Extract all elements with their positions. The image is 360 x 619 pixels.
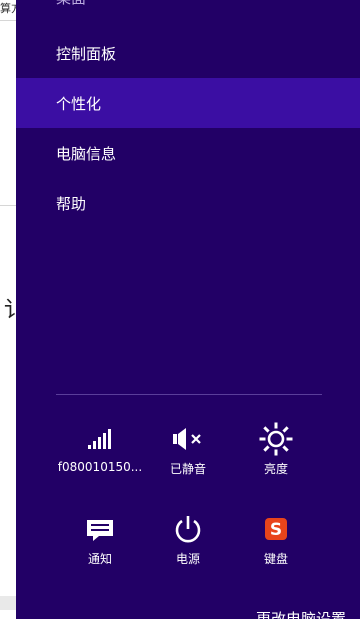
menu-item-label: 桌面 <box>56 0 86 8</box>
brightness-tile[interactable]: 亮度 <box>232 422 320 482</box>
notifications-icon <box>56 512 144 546</box>
network-tile[interactable]: f080010150... <box>56 422 144 482</box>
wifi-signal-icon <box>56 422 144 456</box>
power-icon <box>144 512 232 546</box>
background-divider <box>0 20 16 21</box>
background-window-text: 算方 <box>0 2 16 15</box>
menu-item-pc-info[interactable]: 电脑信息 <box>16 128 360 178</box>
notifications-tile[interactable]: 通知 <box>56 512 144 572</box>
background-window: 算方 讠 <box>0 0 26 619</box>
keyboard-tile[interactable]: S 键盘 <box>232 512 320 572</box>
menu-item-label: 帮助 <box>56 194 87 213</box>
menu-item-label: 个性化 <box>56 94 102 113</box>
volume-tile[interactable]: 已静音 <box>144 422 232 482</box>
brightness-icon <box>232 422 320 456</box>
background-window-footer <box>0 596 16 610</box>
sogou-input-icon: S <box>232 512 320 546</box>
settings-charm-pane: 桌面 控制面板 个性化 电脑信息 帮助 f <box>16 0 360 619</box>
svg-text:S: S <box>270 520 282 540</box>
power-tile[interactable]: 电源 <box>144 512 232 572</box>
menu-item-personalization[interactable]: 个性化 <box>16 78 360 128</box>
screen: 算方 讠 桌面 控制面板 个性化 电脑信息 帮助 <box>0 0 360 619</box>
speaker-muted-icon <box>144 422 232 456</box>
change-pc-settings-link[interactable]: 更改电脑设置 <box>256 608 346 619</box>
background-divider <box>0 205 16 206</box>
menu-item-help[interactable]: 帮助 <box>16 178 360 228</box>
menu-item-label: 电脑信息 <box>56 144 117 163</box>
keyboard-label: 键盘 <box>263 552 288 566</box>
brightness-label: 亮度 <box>263 462 288 476</box>
menu-item-control-panel[interactable]: 控制面板 <box>16 28 360 78</box>
divider <box>56 394 322 395</box>
menu-item-label: 控制面板 <box>56 44 117 63</box>
menu-item-desktop[interactable]: 桌面 <box>16 0 360 18</box>
